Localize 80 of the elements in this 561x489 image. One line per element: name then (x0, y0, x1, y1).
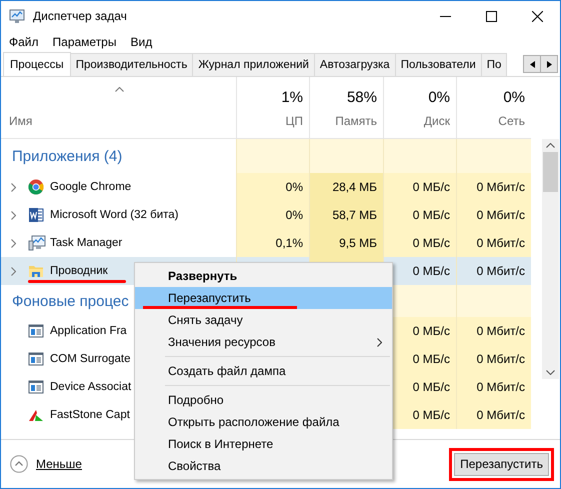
table-cell: 0 МБ/с (383, 229, 456, 257)
scrollbar[interactable] (542, 139, 559, 379)
usage-percent: 0% (503, 89, 525, 106)
folder-icon (28, 263, 46, 279)
scroll-down-icon[interactable] (546, 370, 555, 375)
restart-button[interactable]: Перезапустить (454, 452, 549, 476)
menu-item[interactable]: Свойства (135, 455, 392, 477)
expand-chevron-icon[interactable] (11, 238, 16, 248)
usage-percent: 58% (346, 89, 377, 106)
table-cell: 0 Мбит/с (456, 229, 531, 257)
group-heading: Фоновые процес (12, 292, 129, 310)
process-name: FastStone Capt (50, 409, 130, 421)
table-cell: 0 МБ/с (383, 201, 456, 229)
scroll-left-button[interactable] (523, 55, 541, 73)
menu-item[interactable]: Поиск в Интернете (135, 433, 392, 455)
window-icon (28, 379, 46, 395)
expand-chevron-icon[interactable] (11, 266, 16, 276)
app-icon (9, 8, 27, 24)
close-icon[interactable] (532, 10, 542, 22)
process-name: Microsoft Word (32 бита) (50, 209, 178, 221)
right-triangle-icon[interactable] (546, 60, 552, 68)
process-name: COM Surrogate (50, 353, 131, 365)
usage-percent: 1% (281, 89, 303, 106)
process-name: Task Manager (50, 237, 122, 249)
table-cell: 58,7 МБ (309, 201, 383, 229)
table-cell: 0 Мбит/с (456, 257, 531, 285)
menu-item[interactable]: Перезапустить (135, 287, 392, 309)
scroll-thumb[interactable] (543, 152, 558, 192)
process-name: Проводник (50, 265, 108, 277)
tab[interactable]: Пользователи (394, 53, 482, 76)
menu-item[interactable]: Файл (9, 34, 39, 48)
column-label: ЦП (285, 114, 303, 128)
process-name: Google Chrome (50, 181, 132, 193)
column-label: Диск (424, 114, 450, 128)
group-heading: Приложения (4) (12, 148, 122, 164)
scroll-up-icon[interactable] (546, 143, 555, 148)
expand-chevron-icon[interactable] (11, 210, 16, 220)
table-cell: 0,1% (236, 229, 309, 257)
column-label: Имя (9, 114, 34, 128)
window-icon (28, 323, 46, 339)
left-triangle-icon[interactable] (530, 60, 534, 68)
process-name: Device Associat (50, 381, 132, 393)
process-row[interactable]: Task Manager (1, 229, 236, 257)
table-cell: 0 Мбит/с (456, 401, 531, 429)
tab[interactable]: Производительность (70, 53, 194, 76)
tab[interactable]: Процессы (3, 52, 71, 76)
table-cell: 0% (236, 201, 309, 229)
scroll-right-button[interactable] (540, 55, 558, 73)
process-row[interactable]: Microsoft Word (32 бита) (1, 201, 236, 229)
table-cell: 0 МБ/с (383, 173, 456, 201)
window-title: Диспетчер задач (33, 9, 128, 23)
tab[interactable]: По (480, 53, 508, 76)
maximize-icon[interactable] (486, 10, 496, 22)
table-cell: 0 Мбит/с (456, 373, 531, 401)
monitor-icon (28, 235, 46, 251)
table-cell: 0 Мбит/с (456, 201, 531, 229)
column-header[interactable]: Имя (1, 77, 236, 139)
sort-caret-icon (115, 87, 124, 92)
table-cell: 28,4 МБ (309, 173, 383, 201)
menu-item[interactable]: Вид (130, 34, 152, 48)
usage-percent: 0% (428, 89, 450, 106)
table-cell: 0 Мбит/с (456, 345, 531, 373)
table-cell: 9,5 МБ (309, 229, 383, 257)
process-name: Application Fra (50, 325, 127, 337)
table-cell: 0 Мбит/с (456, 317, 531, 345)
menu-item[interactable]: Параметры (52, 34, 116, 48)
column-label: Память (335, 114, 377, 128)
table-cell: 0% (236, 173, 309, 201)
column-label: Сеть (498, 114, 525, 128)
table-cell: 0 Мбит/с (456, 173, 531, 201)
expand-chevron-icon[interactable] (11, 182, 16, 192)
circle-logo-icon (28, 179, 46, 195)
document-icon (28, 207, 46, 223)
collapse-circle-icon[interactable] (10, 455, 28, 473)
tab[interactable]: Автозагрузка (314, 53, 396, 76)
window-icon (28, 351, 46, 367)
tab[interactable]: Журнал приложений (192, 53, 315, 76)
process-row[interactable]: Google Chrome (1, 173, 236, 201)
submenu-chevron-icon (377, 338, 382, 346)
fewer-details-link[interactable]: Меньше (36, 457, 82, 471)
